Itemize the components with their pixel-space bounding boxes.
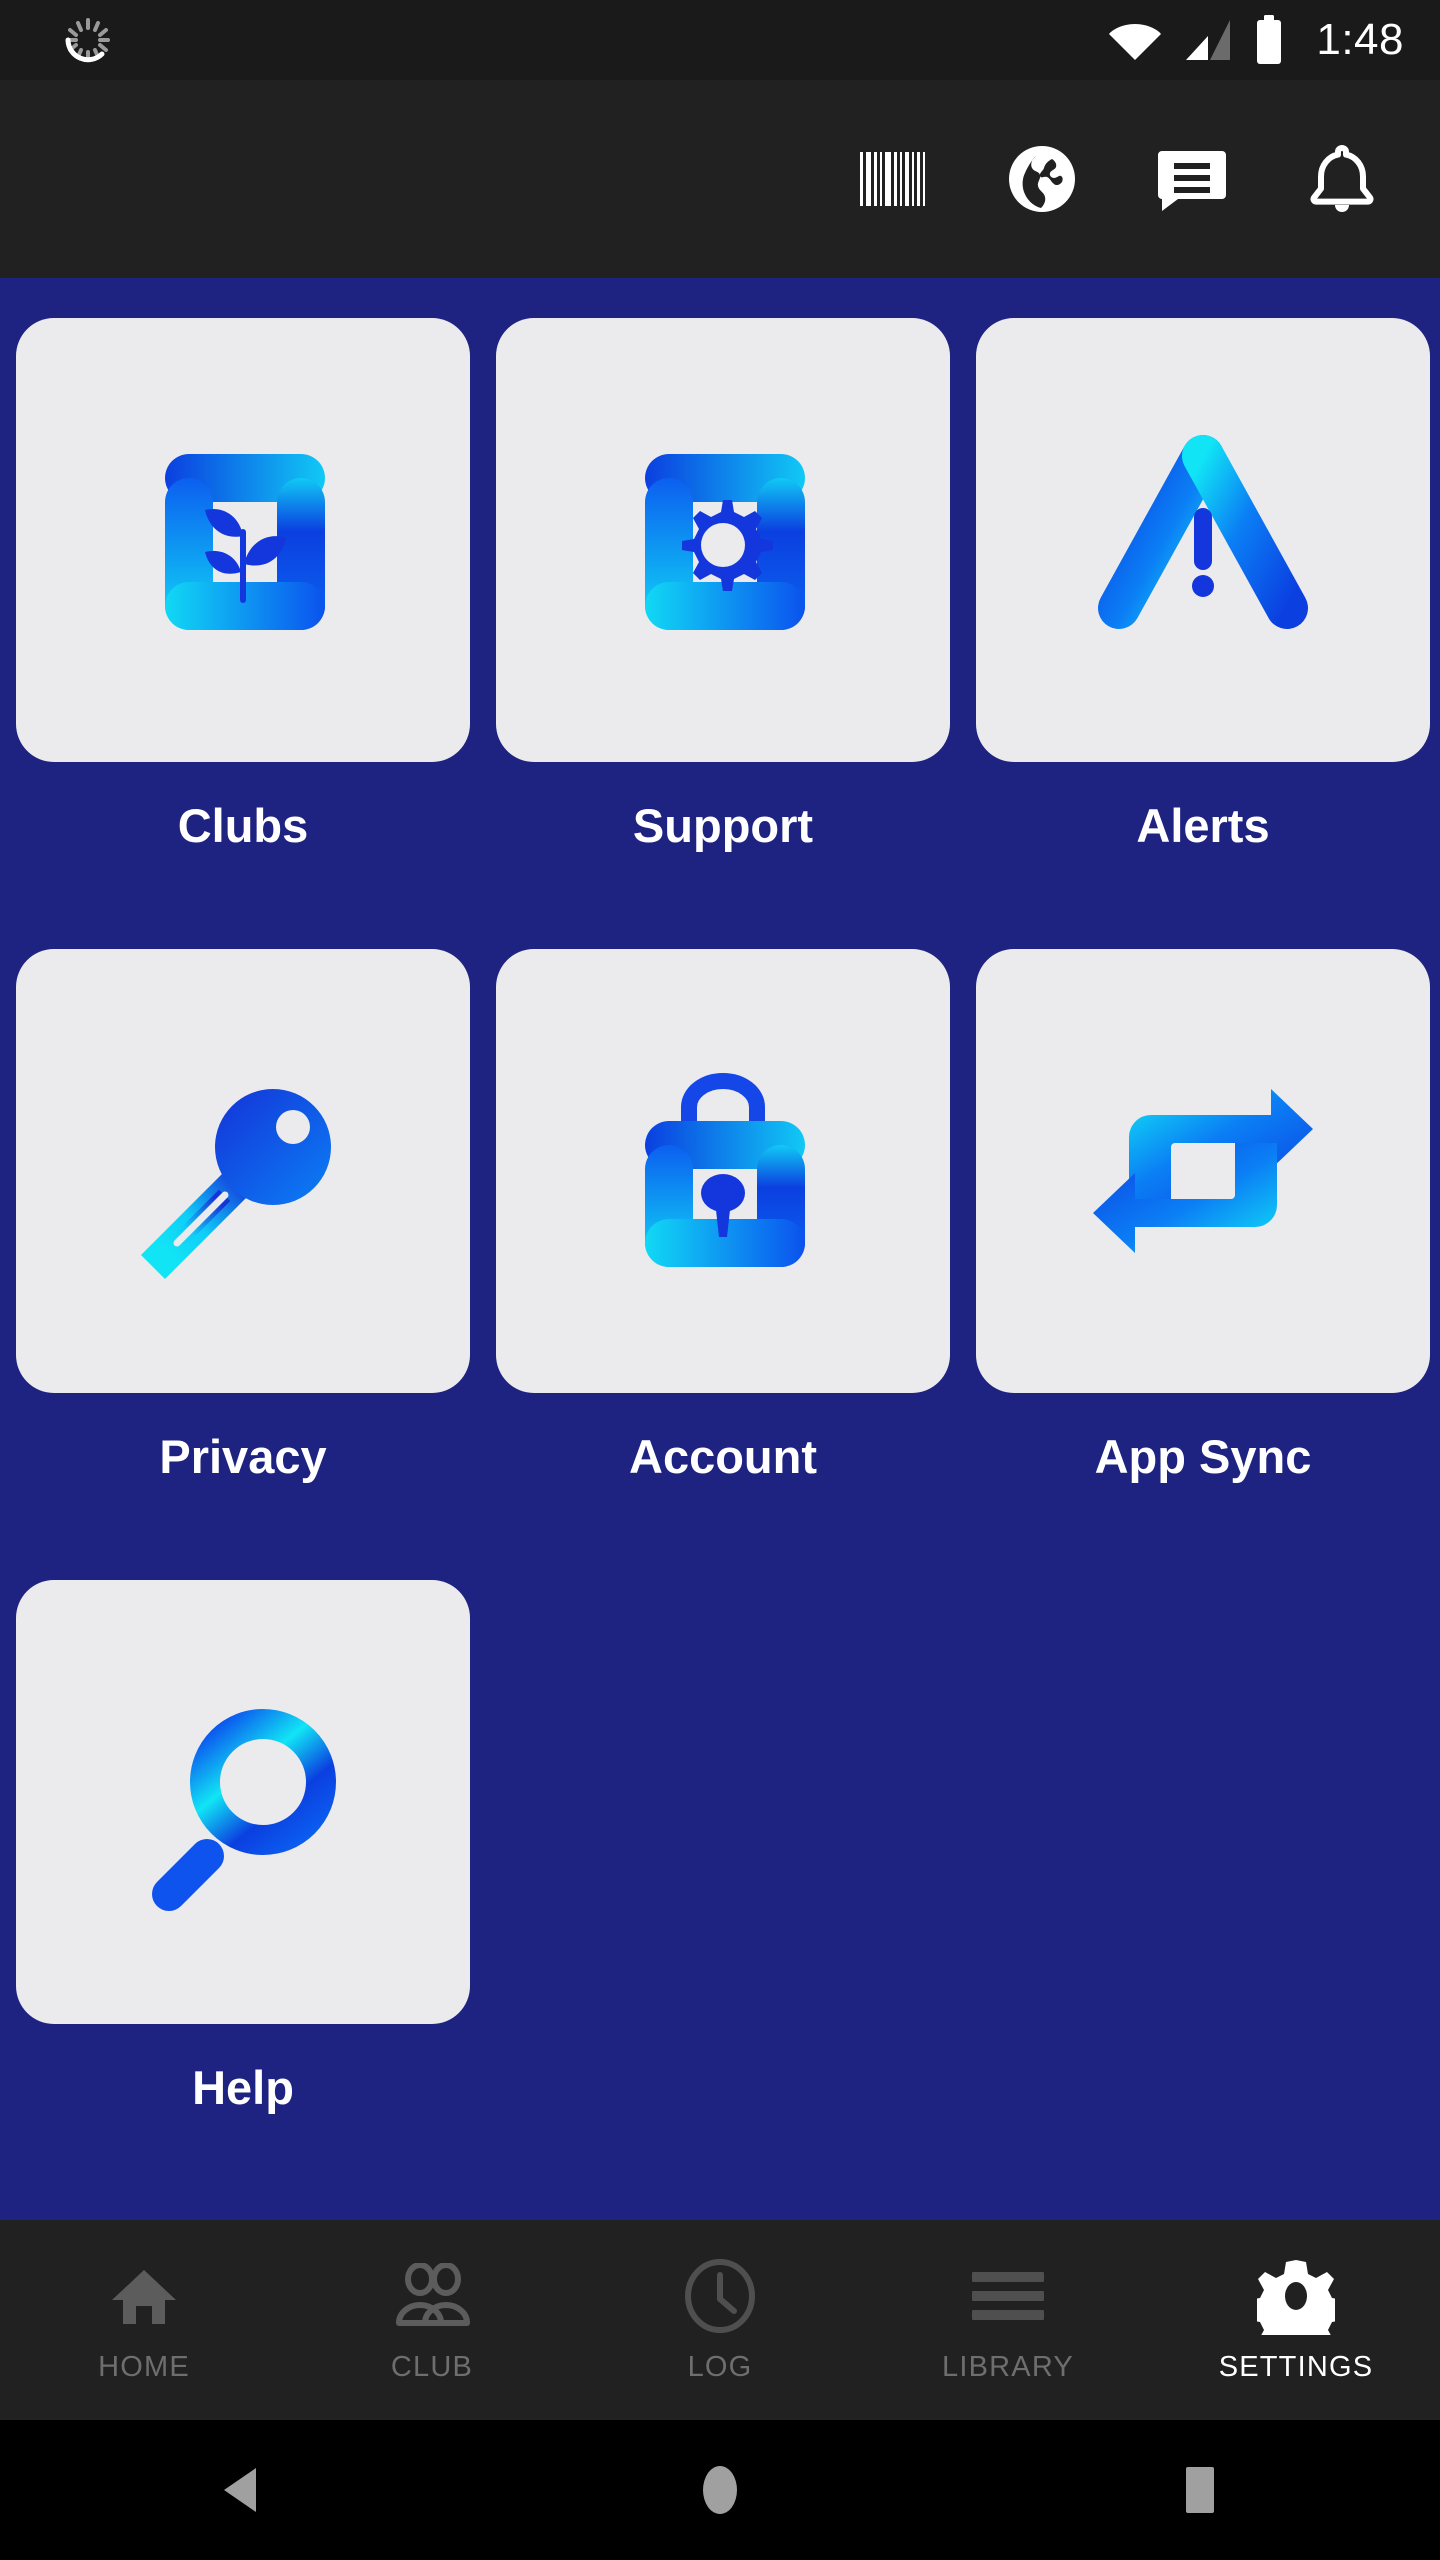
hamburger-icon <box>972 2257 1044 2335</box>
home-button[interactable] <box>480 2420 960 2560</box>
bottom-navigation: HOME CLUB LOG LIBRARY SETTINGS <box>0 2220 1440 2420</box>
settings-grid-scroll[interactable]: Clubs Support Alerts Privacy Account App… <box>0 278 1440 2220</box>
recents-button[interactable] <box>960 2420 1440 2560</box>
warning-triangle-icon <box>1098 435 1308 633</box>
tile-account[interactable] <box>496 949 950 1393</box>
grid-cell-support: Support <box>496 318 950 949</box>
grid-cell-app-sync: App Sync <box>976 949 1430 1580</box>
wifi-icon <box>1109 24 1162 60</box>
barcode-scan-button[interactable] <box>856 143 928 215</box>
android-system-nav <box>0 2420 1440 2560</box>
top-toolbar <box>0 80 1440 278</box>
tile-label-support: Support <box>632 799 814 852</box>
nav-label-club: CLUB <box>390 2350 474 2383</box>
nav-item-log[interactable]: LOG <box>576 2220 864 2420</box>
tile-label-account: Account <box>629 1430 817 1483</box>
tile-alerts[interactable] <box>976 318 1430 762</box>
status-bar: 1:48 <box>0 0 1440 80</box>
spinner-icon <box>65 18 110 63</box>
chat-bubble-icon <box>1158 151 1226 211</box>
magnifier-icon <box>152 1709 336 1911</box>
globe-icon <box>1009 146 1075 212</box>
settings-grid: Clubs Support Alerts Privacy Account App… <box>0 278 1440 2211</box>
battery-icon <box>1257 15 1282 64</box>
bell-icon <box>1310 145 1374 212</box>
app-screen: 1:48 Clubs Support Alerts Privacy Accoun… <box>0 0 1440 2560</box>
status-bar-right: 1:48 <box>1108 15 1440 65</box>
sync-arrows-icon <box>1093 1089 1313 1253</box>
clock-icon <box>683 2257 757 2335</box>
triangle-back-icon <box>224 2468 256 2512</box>
notifications-button[interactable] <box>1306 143 1378 215</box>
grid-cell-alerts: Alerts <box>976 318 1430 949</box>
tile-label-alerts: Alerts <box>1136 799 1270 852</box>
house-icon <box>108 2257 180 2335</box>
tile-help[interactable] <box>16 1580 470 2024</box>
tile-label-app-sync: App Sync <box>1094 1430 1312 1483</box>
nav-item-settings[interactable]: SETTINGS <box>1152 2220 1440 2420</box>
tile-clubs[interactable] <box>16 318 470 762</box>
tile-app-sync[interactable] <box>976 949 1430 1393</box>
square-recents-icon <box>1186 2467 1214 2513</box>
padlock-icon <box>645 1073 805 1267</box>
tile-label-clubs: Clubs <box>177 799 309 852</box>
grid-cell-account: Account <box>496 949 950 1580</box>
nav-item-club[interactable]: CLUB <box>288 2220 576 2420</box>
nav-label-log: LOG <box>687 2350 753 2383</box>
back-button[interactable] <box>0 2420 480 2560</box>
bracket-frame-gear-icon <box>645 454 805 630</box>
barcode-icon <box>860 152 925 206</box>
cellular-signal-icon <box>1186 20 1231 60</box>
circle-home-icon <box>703 2466 737 2514</box>
people-icon <box>393 2257 471 2335</box>
tile-label-privacy: Privacy <box>159 1430 327 1483</box>
nav-label-settings: SETTINGS <box>1218 2350 1374 2383</box>
key-icon <box>140 1089 331 1280</box>
grid-cell-privacy: Privacy <box>16 949 470 1580</box>
grid-cell-help: Help <box>16 1580 470 2211</box>
grid-cell-clubs: Clubs <box>16 318 470 949</box>
nav-label-library: LIBRARY <box>942 2350 1074 2383</box>
nav-label-home: HOME <box>98 2350 190 2383</box>
nav-item-library[interactable]: LIBRARY <box>864 2220 1152 2420</box>
tile-privacy[interactable] <box>16 949 470 1393</box>
bracket-frame-plant-icon <box>165 454 325 630</box>
status-bar-clock: 1:48 <box>1316 15 1404 64</box>
tile-support[interactable] <box>496 318 950 762</box>
messages-button[interactable] <box>1156 143 1228 215</box>
toolbar-actions <box>856 143 1440 215</box>
tile-label-help: Help <box>192 2061 294 2114</box>
globe-button[interactable] <box>1006 143 1078 215</box>
gear-icon <box>1257 2257 1335 2335</box>
nav-item-home[interactable]: HOME <box>0 2220 288 2420</box>
status-bar-left <box>0 14 200 66</box>
